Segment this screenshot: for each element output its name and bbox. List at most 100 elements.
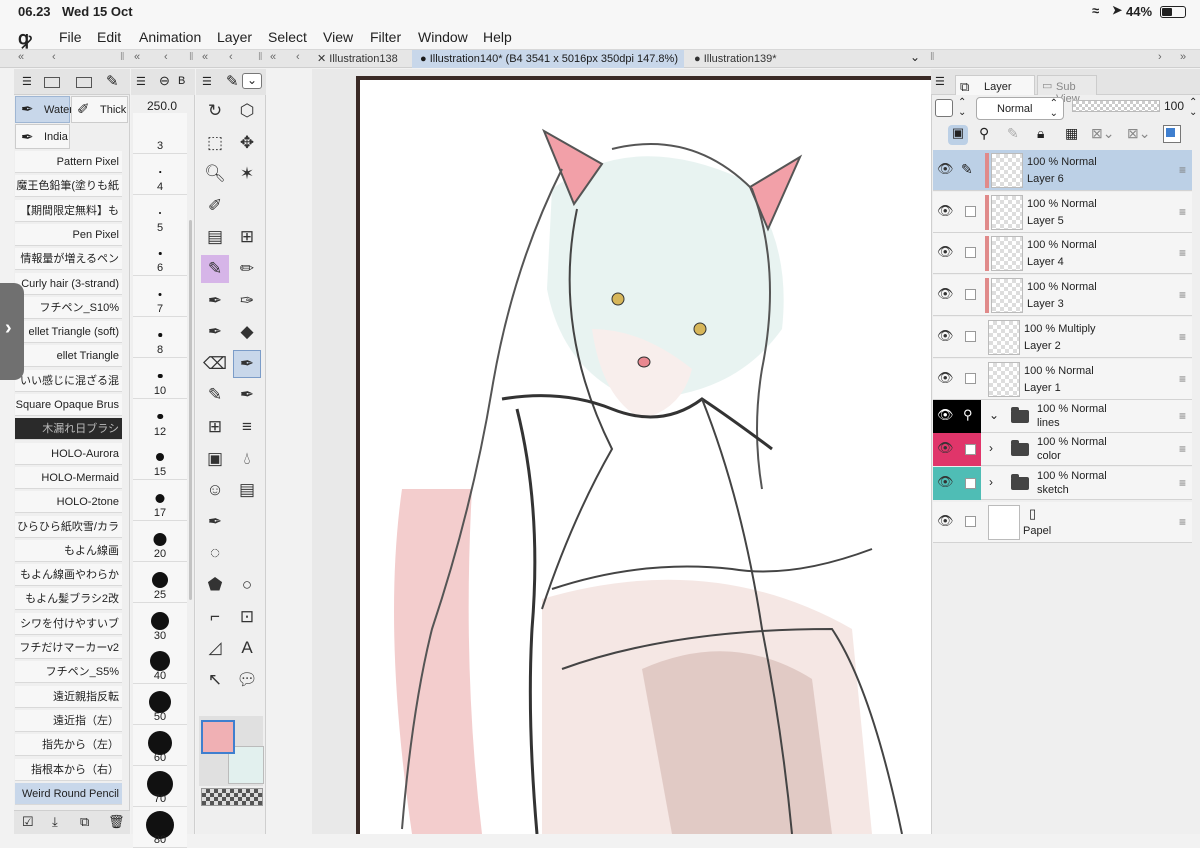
brush-size-item[interactable]: 12 [133, 398, 187, 440]
blend-mode-select[interactable]: Normal ⌃ ⌄ [976, 97, 1064, 120]
menu-layer[interactable]: Layer [217, 29, 252, 45]
brush-size-item[interactable]: 6 [133, 235, 187, 277]
object-select-icon[interactable]: ⬡ [233, 97, 261, 125]
layer-row[interactable]: 👁︎ ✎ 100 % Normal Layer 6 ≡ [933, 150, 1192, 191]
brush-size-item[interactable]: 8 [133, 317, 187, 358]
brush-item[interactable]: 遠近親指反転 [15, 685, 122, 708]
opacity-slider[interactable] [1072, 100, 1160, 112]
canvas-area[interactable] [312, 69, 931, 834]
eye-icon[interactable]: 👁︎ [937, 161, 954, 177]
app-logo-icon[interactable]: ꝙ [18, 26, 32, 50]
brush-item[interactable]: Pattern Pixel [15, 151, 122, 173]
brush-item[interactable]: ひらひら紙吹雪/カラ [15, 515, 122, 538]
balloon-icon[interactable]: 💬︎ [233, 666, 261, 694]
brush-size-value[interactable]: 250.0 [147, 99, 177, 113]
brush-item[interactable]: 遠近指（左） [15, 709, 122, 732]
grid-tool-icon[interactable]: ⊞ [233, 223, 261, 251]
brush-item[interactable]: フチペン_S5% [15, 661, 122, 684]
layer-row[interactable]: 👁︎ 100 % Normal Layer 3 ≡ [933, 275, 1192, 317]
menu-icon[interactable]: ☰ [935, 75, 945, 88]
subtool-tab-india[interactable]: ✒ India [15, 124, 70, 149]
perspective-ruler-icon[interactable]: ◿ [201, 634, 229, 662]
subtool-group-icon[interactable] [76, 77, 92, 88]
eye-icon[interactable]: 👁︎ [937, 286, 954, 302]
panel-prev-icon[interactable]: ‹ [164, 51, 168, 63]
menu-edit[interactable]: Edit [97, 29, 121, 45]
brush-item[interactable]: シワを付けやすいブ [15, 612, 122, 635]
brush-size-item[interactable]: 80 [133, 806, 187, 848]
panel-divider-icon[interactable]: ‖ [930, 51, 935, 63]
chevron-down-icon[interactable]: ⌄ [989, 408, 999, 422]
watercolor-brush-icon[interactable]: ✒ [233, 349, 261, 378]
brush-item[interactable]: もよん線画 [15, 539, 122, 562]
canvas-artwork[interactable] [312, 69, 931, 834]
drag-handle-icon[interactable]: ≡ [1179, 515, 1186, 529]
brush-item[interactable]: Weird Round Pencil [15, 782, 122, 805]
menu-icon[interactable]: ☰ [22, 75, 32, 88]
brush-size-item[interactable]: 60 [133, 725, 187, 766]
panel-collapse-left-icon[interactable]: « [202, 51, 208, 63]
download-icon[interactable]: ⤓ [52, 814, 58, 830]
lasso-icon[interactable]: ◌ [201, 539, 229, 567]
opacity-value[interactable]: 100 [1164, 99, 1184, 113]
zoom-tool-icon[interactable]: 🔍︎ [201, 160, 229, 188]
brush-icon[interactable]: ✎ [106, 72, 119, 90]
drag-handle-icon[interactable]: ≡ [1179, 163, 1186, 177]
panel-collapse-left-icon[interactable]: « [134, 51, 140, 63]
lock-transparency-icon[interactable]: ▦ [1065, 125, 1078, 142]
mask-icon[interactable]: ⊠⌄ [1091, 125, 1114, 142]
brush-item[interactable]: 【期間限定無料】も [15, 199, 122, 222]
edit-checkbox[interactable] [965, 372, 976, 384]
menu-help[interactable]: Help [483, 29, 512, 45]
lock-icon[interactable]: 🔒︎ [1037, 125, 1044, 142]
bucket-fill-icon[interactable]: ⬟ [201, 571, 229, 599]
tab-layer[interactable]: ⧉ Layer [955, 75, 1035, 95]
drag-handle-icon[interactable]: ≡ [1179, 476, 1186, 490]
blend-tool-icon[interactable]: 💧︎ [233, 445, 261, 473]
subtool-settings-icon[interactable]: ☑ [22, 814, 34, 830]
drag-handle-icon[interactable]: ≡ [1179, 442, 1186, 456]
pencil-icon[interactable]: ✒ [201, 318, 229, 346]
menu-file[interactable]: File [59, 29, 82, 45]
panel-collapse-left-icon[interactable]: « [270, 51, 276, 63]
menu-window[interactable]: Window [418, 29, 468, 45]
eye-icon[interactable]: 👁︎ [937, 407, 954, 423]
mask-apply-icon[interactable]: ⊠⌄ [1127, 125, 1150, 142]
move-tool-icon[interactable]: ✥ [233, 129, 261, 157]
layer-row[interactable]: 👁︎ ▯ Papel ≡ [933, 502, 1192, 543]
drag-handle-icon[interactable]: ≡ [1179, 205, 1186, 219]
menu-filter[interactable]: Filter [370, 29, 401, 45]
magic-wand-icon[interactable]: ✶ [233, 160, 261, 188]
main-color-swatch[interactable] [201, 720, 235, 754]
text-tool-icon[interactable]: A [233, 634, 261, 662]
brush-size-item[interactable]: 40 [133, 643, 187, 685]
brush-item[interactable]: ellet Triangle (soft) [15, 321, 122, 344]
subtool-tab-thick[interactable]: ✐ Thick [71, 96, 128, 123]
edit-checkbox[interactable] [965, 330, 976, 342]
edit-checkbox[interactable] [965, 247, 976, 259]
brush-item[interactable]: ellet Triangle [15, 345, 122, 368]
brush-item[interactable]: HOLO-Mermaid [15, 466, 122, 489]
panel-prev-icon[interactable]: ‹ [296, 51, 300, 63]
menu-select[interactable]: Select [268, 29, 307, 45]
trash-icon[interactable]: 🗑 [108, 814, 125, 830]
brush-item[interactable]: HOLO-2tone [15, 491, 122, 514]
eye-icon[interactable]: 👁︎ [937, 474, 954, 490]
reference-layer-icon[interactable]: ⚲ [963, 407, 973, 423]
fill-tool-icon[interactable]: ▤ [233, 476, 261, 504]
rotate-tool-icon[interactable]: ↻ [201, 97, 229, 125]
stepper-icon[interactable]: ⌃ ⌄ [958, 98, 966, 118]
eye-icon[interactable]: 👁︎ [937, 203, 954, 219]
menu-animation[interactable]: Animation [139, 29, 201, 45]
tab-illustration139[interactable]: ● Illustration139* [686, 50, 790, 68]
eyedropper-icon[interactable]: ✐ [201, 192, 229, 220]
brush-item[interactable]: HOLO-Aurora [15, 442, 122, 465]
brush-item[interactable]: 情報量が増えるペン [15, 248, 122, 271]
eye-icon[interactable]: 👁︎ [937, 328, 954, 344]
gradient-icon[interactable]: ▣ [201, 445, 229, 473]
edit-checkbox[interactable] [965, 444, 976, 455]
layer-color-icon[interactable] [1163, 125, 1181, 143]
chevron-down-icon[interactable]: ⌄ [242, 73, 262, 89]
tab-subview[interactable]: ▭ Sub View [1037, 75, 1097, 105]
eye-icon[interactable]: 👁︎ [937, 513, 954, 529]
